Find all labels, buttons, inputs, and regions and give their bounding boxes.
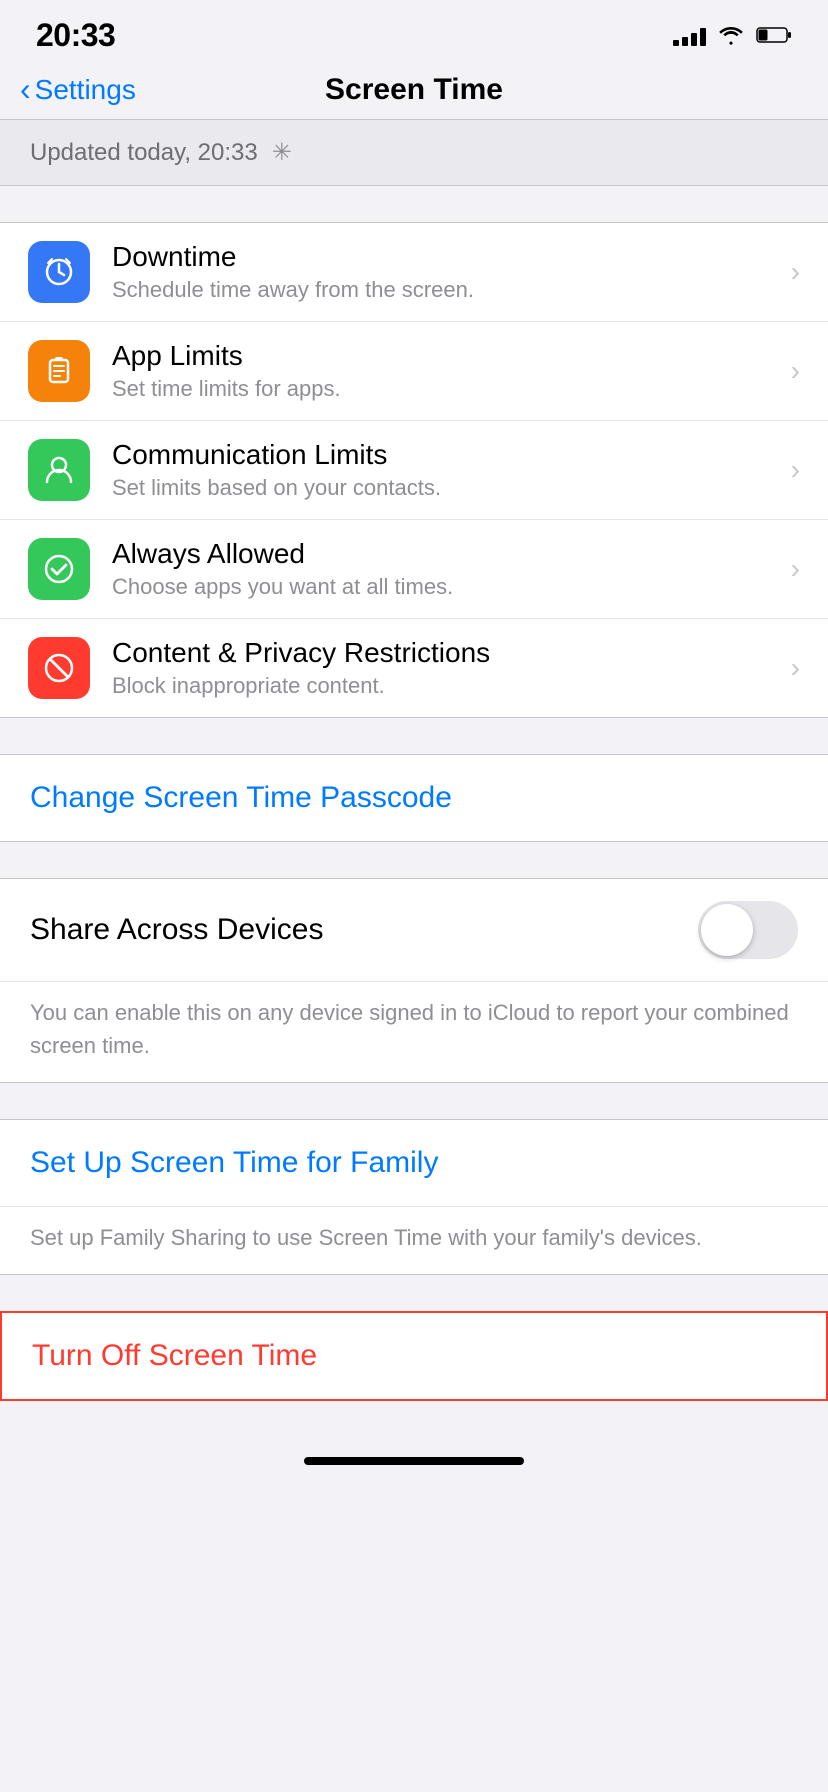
update-banner: Updated today, 20:33 ✳ (0, 120, 828, 186)
downtime-row[interactable]: Downtime Schedule time away from the scr… (0, 223, 828, 322)
passcode-group: Change Screen Time Passcode (0, 754, 828, 842)
app-limits-chevron-icon: › (791, 355, 800, 387)
share-devices-title: Share Across Devices (30, 913, 323, 947)
signal-icon (673, 24, 706, 46)
battery-icon (756, 26, 792, 44)
always-allowed-row[interactable]: Always Allowed Choose apps you want at a… (0, 520, 828, 619)
always-allowed-content: Always Allowed Choose apps you want at a… (112, 538, 781, 600)
back-label: Settings (35, 74, 136, 106)
communication-title: Communication Limits (112, 439, 781, 471)
app-limits-content: App Limits Set time limits for apps. (112, 340, 781, 402)
nav-bar: ‹ Settings Screen Time (0, 60, 828, 120)
section-separator-4 (0, 1083, 828, 1119)
content-privacy-content: Content & Privacy Restrictions Block ina… (112, 637, 781, 699)
section-separator-2 (0, 718, 828, 754)
section-separator-3 (0, 842, 828, 878)
family-description-text: Set up Family Sharing to use Screen Time… (30, 1225, 702, 1250)
content-privacy-row[interactable]: Content & Privacy Restrictions Block ina… (0, 619, 828, 717)
family-group: Set Up Screen Time for Family Set up Fam… (0, 1119, 828, 1275)
communication-subtitle: Set limits based on your contacts. (112, 475, 781, 501)
page-title: Screen Time (325, 73, 503, 107)
always-allowed-icon (28, 538, 90, 600)
content-privacy-subtitle: Block inappropriate content. (112, 673, 781, 699)
wifi-icon (718, 25, 744, 45)
downtime-chevron-icon: › (791, 256, 800, 288)
home-bar (304, 1457, 524, 1465)
communication-chevron-icon: › (791, 454, 800, 486)
toggle-knob (701, 904, 753, 956)
share-devices-toggle[interactable] (698, 901, 798, 959)
family-setup-label: Set Up Screen Time for Family (30, 1146, 438, 1179)
downtime-icon (28, 241, 90, 303)
always-allowed-title: Always Allowed (112, 538, 781, 570)
turn-off-row[interactable]: Turn Off Screen Time (2, 1313, 826, 1399)
content-privacy-chevron-icon: › (791, 652, 800, 684)
turn-off-group: Turn Off Screen Time (0, 1311, 828, 1401)
app-limits-subtitle: Set time limits for apps. (112, 376, 781, 402)
settings-group: Downtime Schedule time away from the scr… (0, 222, 828, 718)
always-allowed-chevron-icon: › (791, 553, 800, 585)
share-description-text: You can enable this on any device signed… (30, 1000, 789, 1058)
back-chevron-icon: ‹ (20, 73, 31, 105)
section-separator-6 (0, 1401, 828, 1437)
change-passcode-label: Change Screen Time Passcode (30, 781, 452, 814)
always-allowed-subtitle: Choose apps you want at all times. (112, 574, 781, 600)
family-setup-row[interactable]: Set Up Screen Time for Family (0, 1120, 828, 1207)
family-description-container: Set up Family Sharing to use Screen Time… (0, 1207, 828, 1274)
app-limits-row[interactable]: App Limits Set time limits for apps. › (0, 322, 828, 421)
section-separator-1 (0, 186, 828, 222)
change-passcode-row[interactable]: Change Screen Time Passcode (0, 755, 828, 841)
content-privacy-title: Content & Privacy Restrictions (112, 637, 781, 669)
communication-limits-row[interactable]: Communication Limits Set limits based on… (0, 421, 828, 520)
share-devices-row: Share Across Devices (0, 879, 828, 982)
spinner-icon: ✳ (272, 138, 292, 167)
communication-icon (28, 439, 90, 501)
status-time: 20:33 (36, 17, 115, 54)
section-separator-5 (0, 1275, 828, 1311)
share-group: Share Across Devices You can enable this… (0, 878, 828, 1083)
app-limits-title: App Limits (112, 340, 781, 372)
home-indicator (0, 1437, 828, 1475)
communication-content: Communication Limits Set limits based on… (112, 439, 781, 501)
downtime-subtitle: Schedule time away from the screen. (112, 277, 781, 303)
downtime-title: Downtime (112, 241, 781, 273)
update-text: Updated today, 20:33 (30, 139, 258, 167)
downtime-content: Downtime Schedule time away from the scr… (112, 241, 781, 303)
status-bar: 20:33 (0, 0, 828, 60)
share-description-container: You can enable this on any device signed… (0, 982, 828, 1082)
content-privacy-icon (28, 637, 90, 699)
status-icons (673, 24, 792, 46)
app-limits-icon (28, 340, 90, 402)
back-button[interactable]: ‹ Settings (20, 74, 136, 106)
turn-off-label: Turn Off Screen Time (32, 1339, 317, 1372)
